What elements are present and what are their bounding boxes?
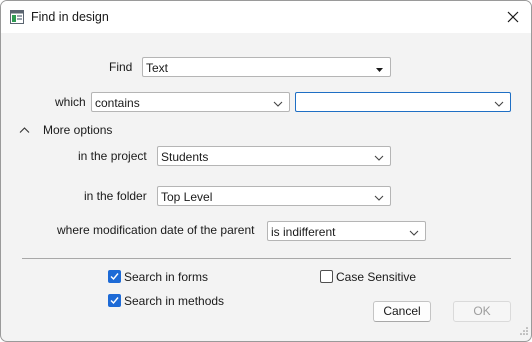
resize-grip-icon[interactable] (519, 325, 529, 339)
which-operator-select[interactable]: contains (91, 92, 290, 112)
find-select-value: Text (146, 61, 169, 75)
close-button[interactable] (501, 5, 525, 29)
search-in-forms-label[interactable]: Search in forms (124, 270, 208, 284)
which-label: which (55, 95, 86, 109)
chevron-down-icon (374, 152, 384, 166)
search-in-methods-label[interactable]: Search in methods (124, 294, 224, 308)
folder-select-value: Top Level (161, 190, 213, 204)
folder-label: in the folder (84, 189, 147, 203)
case-sensitive-label[interactable]: Case Sensitive (336, 270, 416, 284)
modification-date-select[interactable]: is indifferent (267, 221, 426, 241)
project-select-value: Students (161, 150, 209, 164)
cancel-button[interactable]: Cancel (373, 301, 431, 322)
find-label: Find (109, 60, 133, 74)
chevron-down-icon (273, 98, 283, 112)
title-bar: Find in design (1, 1, 531, 33)
chevron-down-icon (494, 98, 504, 112)
divider (22, 258, 511, 259)
search-in-methods-checkbox[interactable] (108, 294, 121, 307)
window-title: Find in design (31, 10, 109, 24)
which-value-combo[interactable] (295, 92, 511, 112)
modification-date-label: where modification date of the parent (57, 223, 255, 237)
project-select[interactable]: Students (157, 146, 391, 166)
chevron-down-icon (409, 227, 419, 241)
search-in-forms-checkbox[interactable] (108, 270, 121, 283)
find-in-design-dialog: Find in design Find Text which contains … (0, 0, 532, 342)
close-icon (507, 11, 519, 23)
chevron-up-icon[interactable] (19, 125, 30, 139)
project-label: in the project (78, 149, 147, 163)
chevron-down-icon (374, 192, 384, 206)
window-icon (10, 10, 24, 24)
ok-button[interactable]: OK (453, 301, 511, 322)
dropdown-arrow-icon (375, 63, 384, 77)
checkmark-icon (110, 297, 119, 305)
folder-select[interactable]: Top Level (157, 186, 391, 206)
case-sensitive-checkbox[interactable] (320, 270, 333, 283)
more-options-toggle[interactable]: More options (43, 123, 112, 137)
modification-date-value: is indifferent (271, 225, 336, 239)
checkmark-icon (110, 273, 119, 281)
which-operator-value: contains (95, 96, 140, 110)
find-select[interactable]: Text (142, 57, 391, 77)
